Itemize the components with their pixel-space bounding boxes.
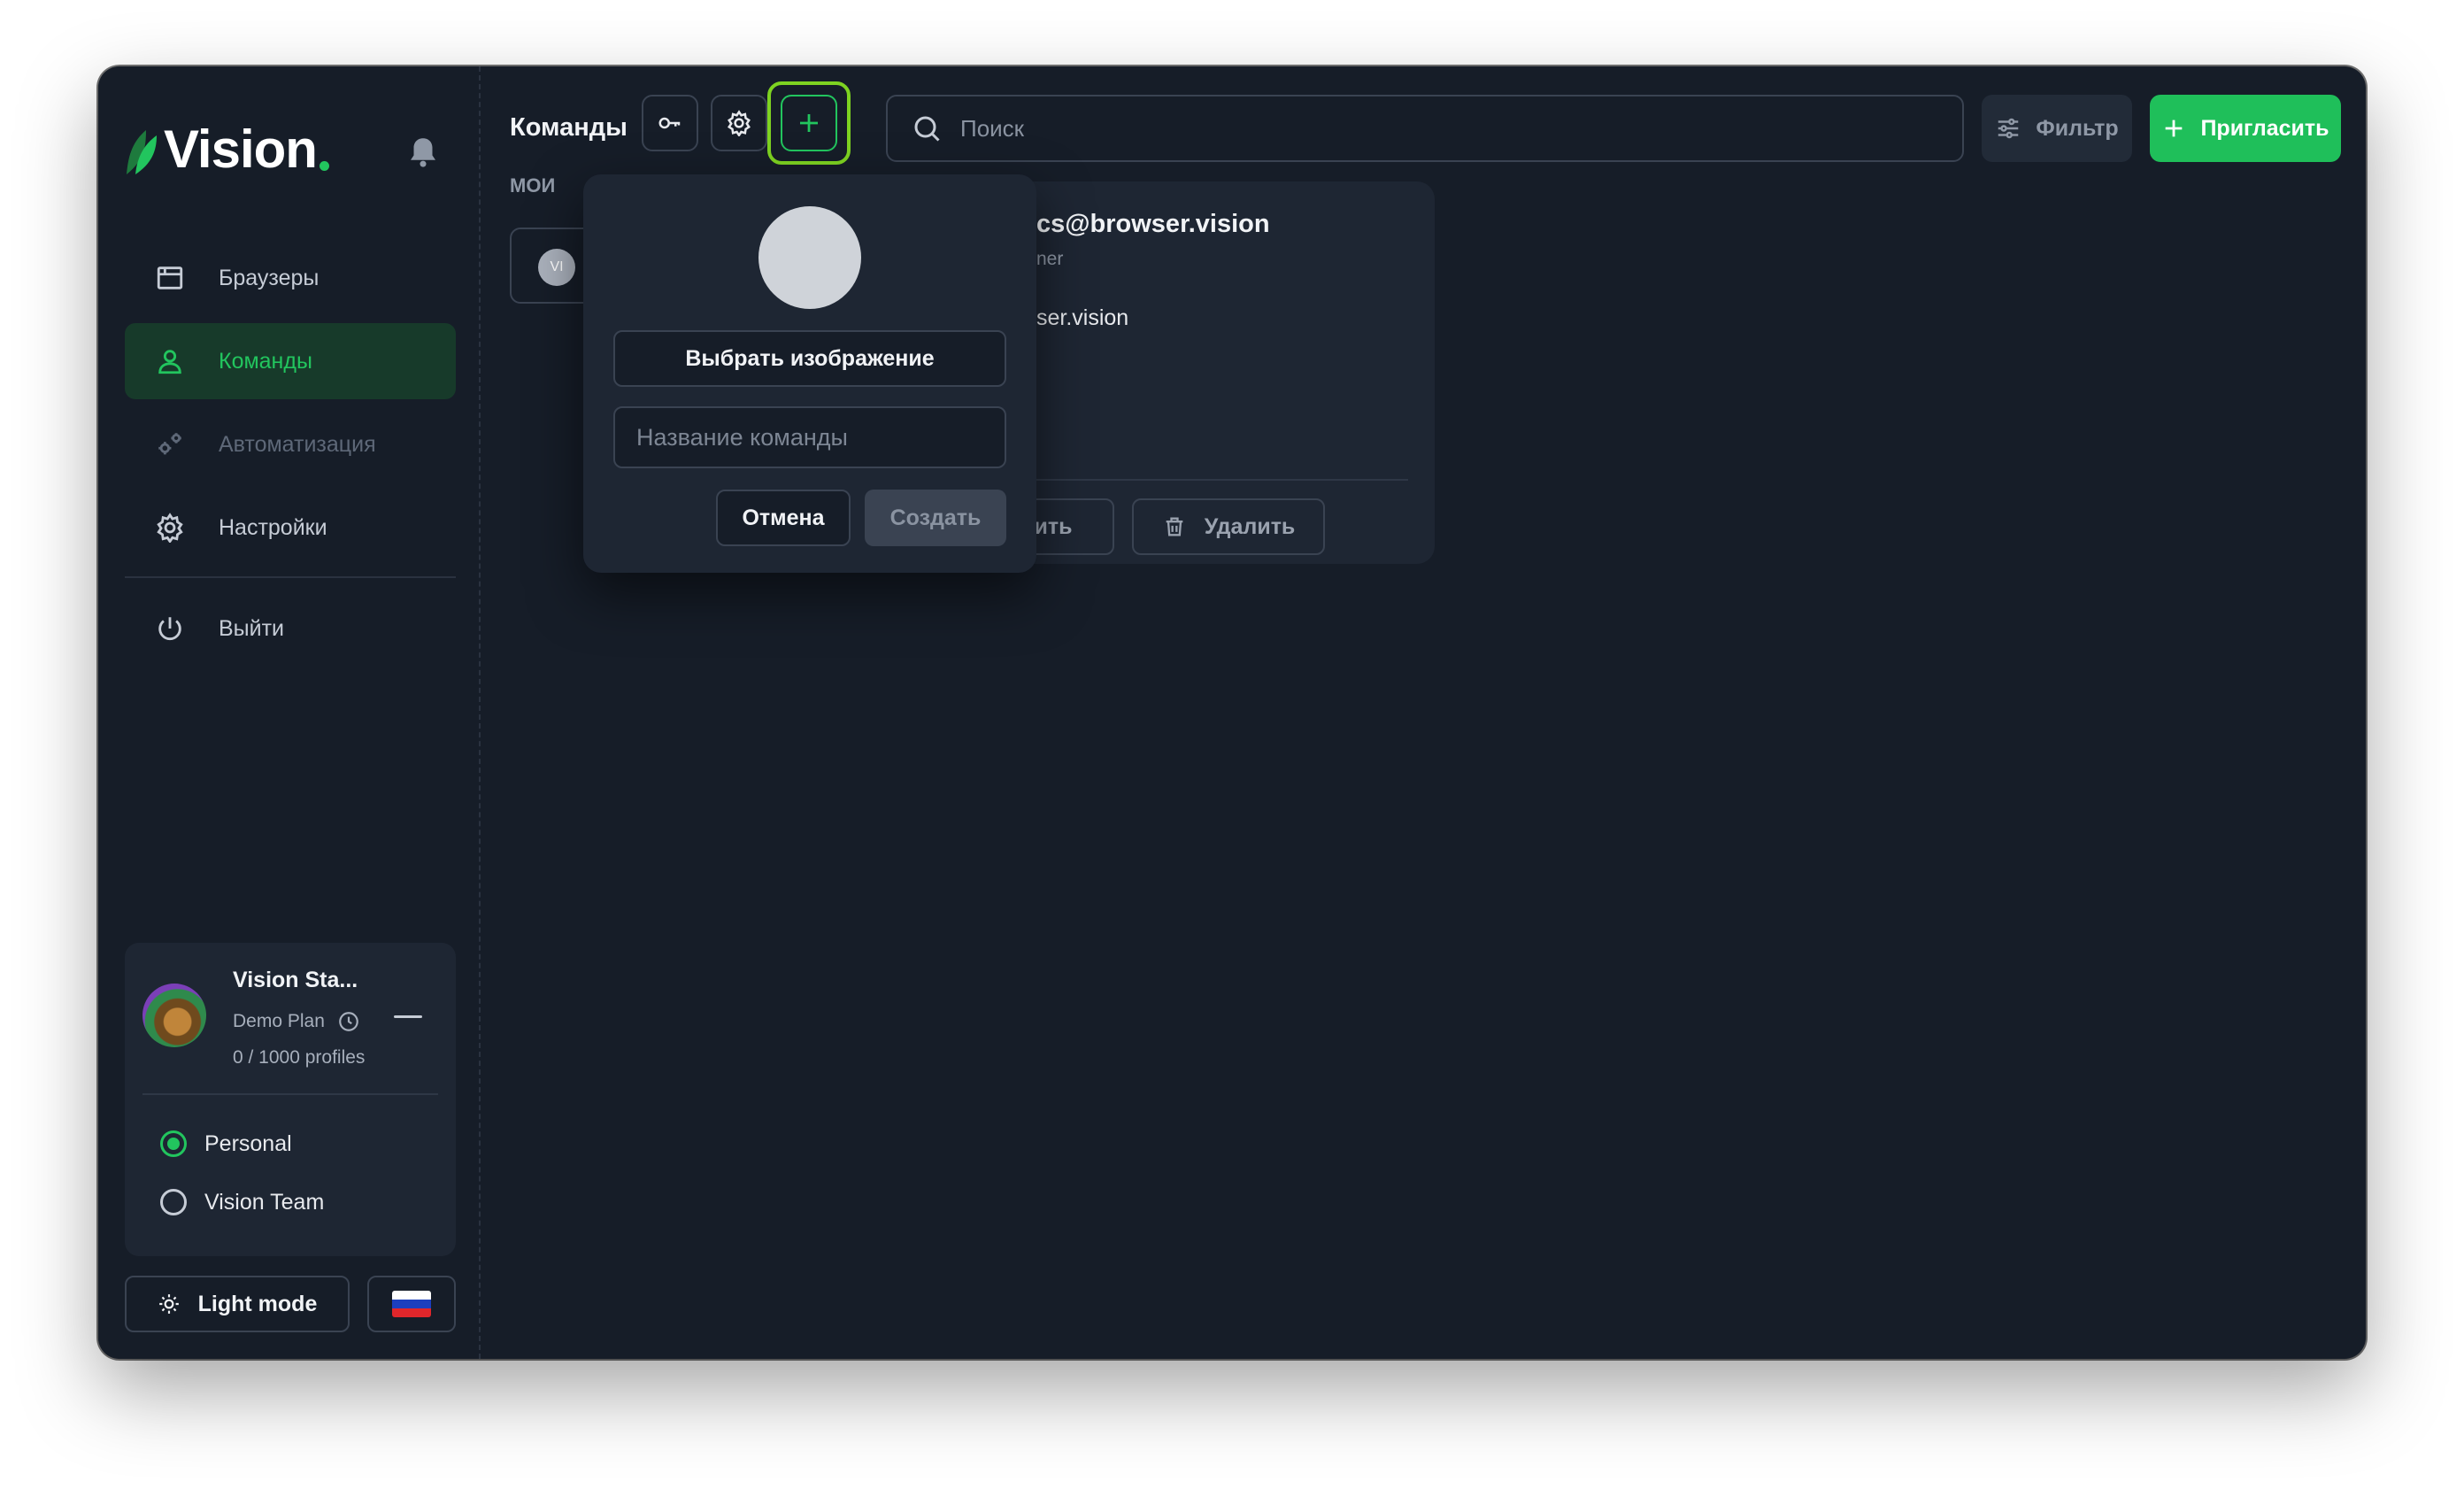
russia-flag-icon — [392, 1291, 431, 1317]
avatar[interactable] — [142, 984, 206, 1047]
search-bar[interactable] — [886, 95, 1964, 162]
language-button[interactable] — [367, 1276, 456, 1332]
sun-icon — [158, 1294, 179, 1314]
notification-bell-icon[interactable] — [404, 134, 442, 171]
search-input[interactable] — [960, 114, 1934, 143]
create-team-popover: Выбрать изображение Отмена Создать — [583, 174, 1036, 573]
workspace-label: Vision Team — [204, 1189, 325, 1215]
trash-icon — [1166, 517, 1183, 536]
sidebar: Vision Браузеры Команды Автоматизация На… — [98, 66, 481, 1359]
browser-window-icon — [153, 261, 187, 295]
sidebar-item-label: Настройки — [219, 514, 327, 540]
member-domain: ser.vision — [1036, 305, 1129, 330]
profiles-count: 0 / 1000 profiles — [233, 1047, 366, 1068]
plus-icon — [800, 114, 818, 132]
logo-dot — [319, 161, 329, 171]
edit-label: ить — [1034, 513, 1073, 539]
clock-icon — [339, 1012, 358, 1031]
choose-image-button[interactable]: Выбрать изображение — [613, 330, 1006, 387]
gear-icon — [153, 511, 187, 544]
key-icon — [658, 117, 681, 129]
sidebar-item-browsers[interactable]: Браузеры — [125, 240, 456, 316]
workspace-option-personal[interactable]: Personal — [160, 1130, 292, 1157]
account-card: Vision Sta... Demo Plan 0 / 1000 profile… — [125, 943, 456, 1256]
sidebar-nav: Браузеры Команды Автоматизация Настройки — [125, 240, 456, 674]
sidebar-divider — [125, 576, 456, 578]
team-image-placeholder — [758, 206, 861, 309]
delete-label: Удалить — [1204, 513, 1296, 539]
member-role: ner — [1036, 249, 1064, 269]
create-button[interactable]: Создать — [865, 490, 1006, 546]
light-mode-label: Light mode — [197, 1291, 318, 1316]
add-team-button[interactable] — [781, 95, 837, 151]
sidebar-item-settings[interactable]: Настройки — [125, 490, 456, 566]
radio-unselected-icon[interactable] — [160, 1189, 187, 1215]
app-window: Vision Браузеры Команды Автоматизация На… — [98, 66, 2366, 1359]
member-email: cs@browser.vision — [1036, 210, 1270, 238]
sidebar-item-label: Автоматизация — [219, 431, 376, 457]
workspace-option-vision-team[interactable]: Vision Team — [160, 1189, 324, 1215]
team-avatar: VI — [538, 249, 575, 286]
vision-leaf-icon — [127, 130, 157, 174]
team-settings-button[interactable] — [711, 95, 767, 151]
page-title: Команды — [510, 113, 628, 142]
power-icon — [153, 612, 187, 645]
invite-label: Пригласить — [2200, 115, 2329, 141]
member-card: cs@browser.vision ner ser.vision ить Уда… — [992, 181, 1435, 564]
user-icon — [153, 344, 187, 378]
sidebar-item-automation[interactable]: Автоматизация — [125, 406, 456, 482]
sidebar-item-logout[interactable]: Выйти — [125, 590, 456, 667]
section-label-my-teams: МОИ — [510, 174, 556, 197]
cancel-button[interactable]: Отмена — [716, 490, 851, 546]
member-divider — [1036, 479, 1408, 481]
invite-button[interactable]: Пригласить — [2150, 95, 2341, 162]
sliders-icon — [1998, 118, 2019, 139]
search-icon — [914, 116, 940, 142]
sidebar-item-label: Браузеры — [219, 265, 320, 290]
sidebar-item-label: Команды — [219, 348, 312, 374]
workspace-label: Personal — [204, 1130, 292, 1156]
sidebar-item-label: Выйти — [219, 615, 285, 641]
light-mode-button[interactable]: Light mode — [125, 1276, 350, 1332]
logo-text: Vision — [164, 120, 318, 179]
gear-icon — [728, 110, 751, 136]
team-name-input[interactable] — [613, 406, 1006, 468]
gears-icon — [153, 428, 187, 461]
delete-member-button[interactable]: Удалить — [1132, 498, 1325, 555]
plus-icon — [2166, 120, 2183, 137]
filter-label: Фильтр — [2036, 115, 2119, 141]
logo: Vision — [125, 123, 329, 176]
account-plan: Demo Plan — [233, 1010, 360, 1033]
api-key-button[interactable] — [642, 95, 698, 151]
filter-button[interactable]: Фильтр — [1982, 95, 2132, 162]
account-name: Vision Sta... — [233, 968, 358, 992]
plan-label: Demo Plan — [233, 1011, 325, 1031]
collapse-account-button[interactable] — [394, 1015, 422, 1018]
sidebar-item-teams[interactable]: Команды — [125, 323, 456, 399]
account-divider — [142, 1093, 438, 1095]
radio-selected-icon[interactable] — [160, 1130, 187, 1157]
